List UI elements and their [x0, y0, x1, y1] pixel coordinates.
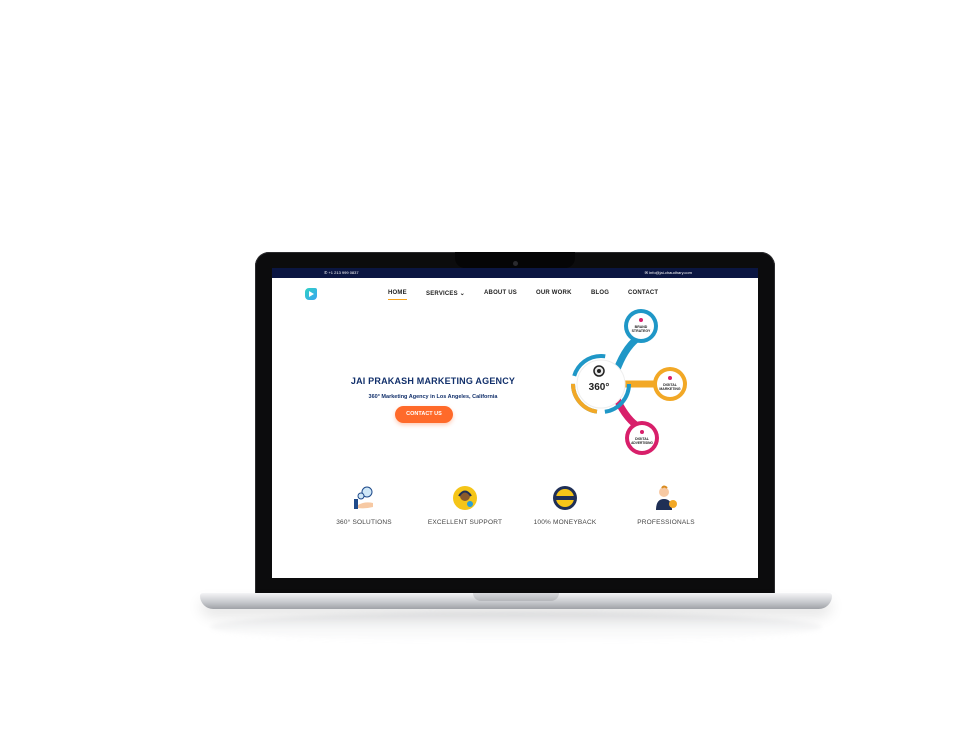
laptop-lid: ✆ +1 213 999 0837 ✉ info@jai-chaudhary.c… [255, 252, 775, 598]
feature-label: 360° SOLUTIONS [336, 519, 392, 526]
hand-ideas-icon [354, 486, 373, 509]
feature-moneyback: 100% MONEYBACK [515, 483, 615, 526]
contact-topbar: ✆ +1 213 999 0837 ✉ info@jai-chaudhary.c… [272, 268, 758, 278]
phone-number[interactable]: ✆ +1 213 999 0837 [324, 268, 359, 278]
nav-our-work[interactable]: OUR WORK [536, 290, 572, 296]
nav-contact[interactable]: CONTACT [628, 290, 658, 296]
laptop-reflection [210, 612, 822, 642]
marketing-360-diagram: 360° BRAND STRATEGY DIGITAL MARKETING DI… [571, 309, 687, 455]
node-brand-line2: STRATEGY [632, 329, 651, 333]
node-icon-brand [639, 318, 643, 322]
feature-label: 100% MONEYBACK [533, 519, 597, 526]
features-row: 360° SOLUTIONS EXCELLENT SUPPORT 100% MO… [272, 483, 758, 543]
eye-pupil-icon [597, 369, 601, 373]
laptop-screen: ✆ +1 213 999 0837 ✉ info@jai-chaudhary.c… [272, 268, 758, 578]
nav-services[interactable]: SERVICES ⌄ [426, 290, 465, 297]
laptop-opening-notch [473, 593, 559, 601]
feature-360-solutions: 360° SOLUTIONS [314, 483, 414, 526]
site-logo[interactable] [305, 288, 317, 300]
feature-excellent-support: EXCELLENT SUPPORT [415, 483, 515, 526]
professional-person-icon [656, 485, 677, 510]
laptop-base [200, 593, 832, 609]
center-label: 360° [589, 382, 610, 393]
moneyback-badge-icon [553, 486, 577, 510]
hero-title: JAI PRAKASH MARKETING AGENCY [350, 376, 516, 386]
nav-home[interactable]: HOME [388, 290, 407, 300]
hero-subtitle: 360° Marketing Agency in Los Angeles, Ca… [368, 394, 498, 400]
feature-professionals: PROFESSIONALS [616, 483, 716, 526]
nav-about-us[interactable]: ABOUT US [484, 290, 517, 296]
node-advertising-line2: ADVERTISING [631, 441, 653, 445]
support-headset-icon [453, 486, 477, 510]
node-icon-advertising [640, 430, 644, 434]
nav-blog[interactable]: BLOG [591, 290, 609, 296]
feature-label: PROFESSIONALS [637, 519, 695, 526]
camera-icon [513, 261, 518, 266]
node-icon-marketing [668, 376, 672, 380]
contact-us-button[interactable]: CONTACT US [395, 406, 453, 423]
email-address[interactable]: ✉ info@jai-chaudhary.com [645, 268, 692, 278]
feature-label: EXCELLENT SUPPORT [427, 519, 503, 526]
node-marketing-line2: MARKETING [659, 387, 680, 391]
